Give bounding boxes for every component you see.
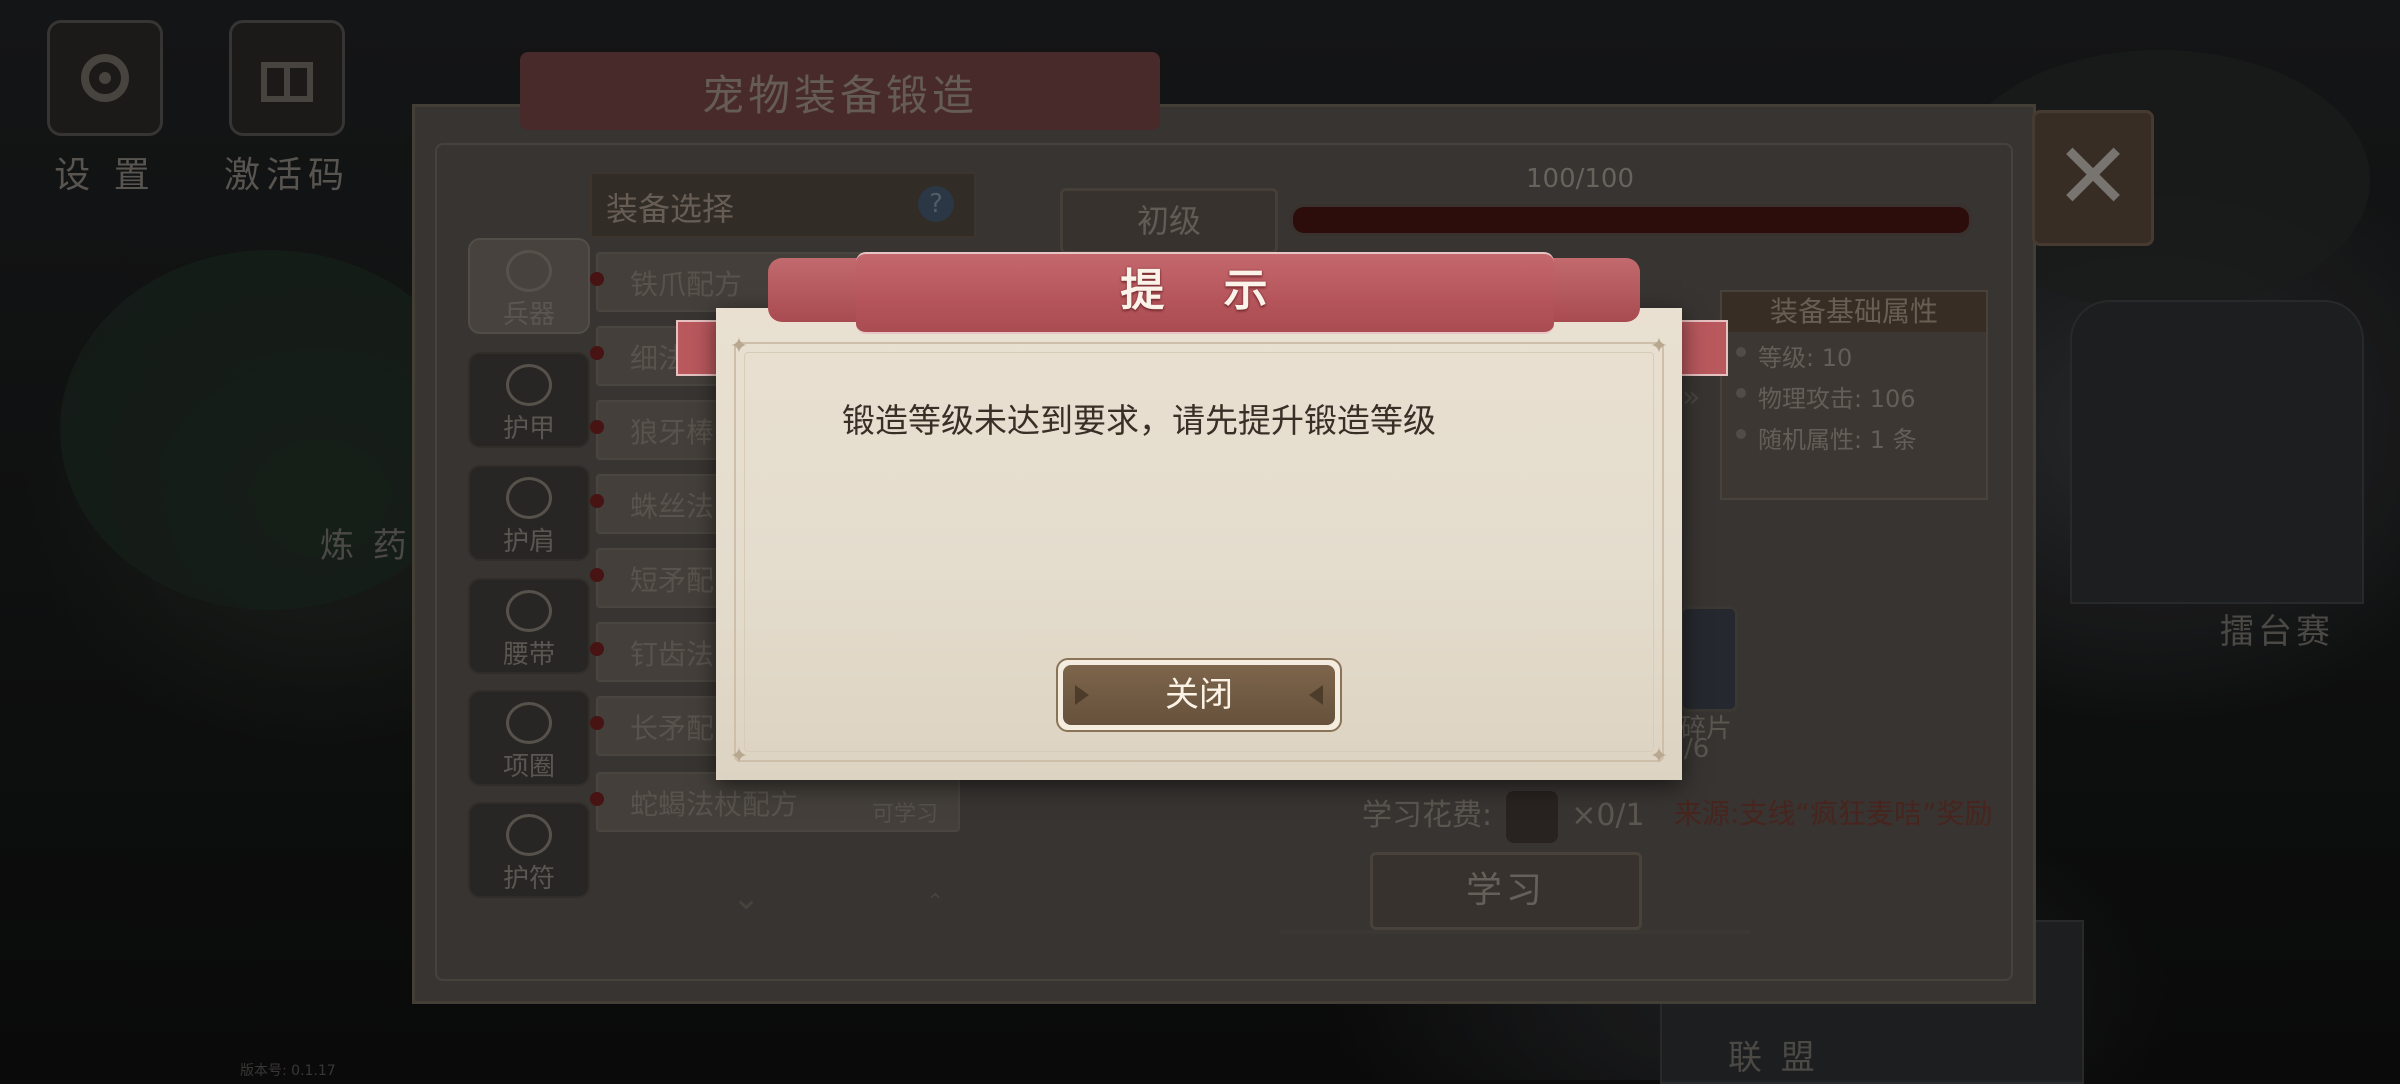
corner-ornament: ✦ bbox=[729, 744, 749, 769]
corner-ornament: ✦ bbox=[1649, 334, 1669, 359]
dialog-close-button[interactable]: 关闭 bbox=[1056, 658, 1342, 732]
dialog-close-label: 关闭 bbox=[1165, 675, 1233, 715]
dialog-close-button-face: 关闭 bbox=[1063, 665, 1335, 725]
corner-ornament: ✦ bbox=[1649, 744, 1669, 769]
dialog-message: 锻造等级未达到要求，请先提升锻造等级 bbox=[842, 401, 1436, 440]
dialog-title: 提 示 bbox=[1120, 265, 1290, 316]
corner-ornament: ✦ bbox=[729, 334, 749, 359]
ornament-right-icon bbox=[1309, 685, 1323, 705]
